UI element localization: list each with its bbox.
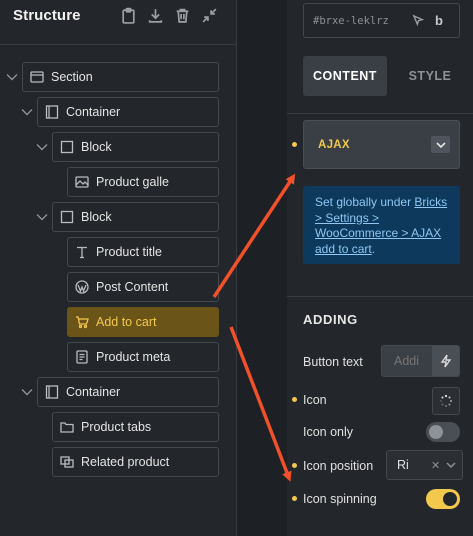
spinner-icon [440, 394, 452, 407]
structure-panel: Structure Section Container Block Produc… [0, 0, 236, 536]
element-id-input[interactable] [304, 14, 404, 27]
collapse-icon[interactable] [200, 6, 218, 24]
tree-item-container[interactable]: Container [37, 97, 219, 127]
tree-item-product-title[interactable]: Product title [67, 237, 219, 267]
info-suffix: . [371, 241, 376, 256]
toggle-knob [443, 492, 457, 506]
block-icon [53, 210, 81, 224]
icon-only-toggle[interactable] [426, 422, 460, 442]
cart-icon [68, 315, 96, 329]
chevron-down-icon[interactable] [431, 136, 450, 153]
tree-item-label: Product title [96, 245, 163, 259]
ajax-control-group[interactable]: AJAX [303, 120, 460, 169]
info-prefix: Set globally under [315, 195, 412, 209]
section-divider [287, 113, 473, 114]
tree-item-label: Product tabs [81, 420, 152, 434]
chevron-down-icon[interactable] [35, 210, 49, 224]
icon-only-label: Icon only [303, 425, 354, 439]
block-icon [53, 140, 81, 154]
structure-title: Structure [13, 7, 81, 24]
section-icon [23, 70, 51, 84]
tree-item-label: Block [81, 210, 112, 224]
related-icon [53, 455, 81, 469]
settings-tabs: CONTENT STYLE [303, 56, 473, 96]
tree-item-related-products[interactable]: Related product [52, 447, 219, 477]
container-icon [38, 105, 66, 119]
structure-toolbar [119, 6, 218, 24]
tree-item-label: Product galle [96, 175, 169, 189]
ajax-info-notice: Set globally under Bricks > Settings > W… [303, 186, 460, 264]
setting-indicator-dot [292, 142, 297, 147]
bold-b-icon[interactable]: b [435, 13, 443, 28]
clipboard-icon[interactable] [119, 6, 137, 24]
dynamic-data-bolt-icon[interactable] [432, 346, 459, 376]
tree-item-label: Container [66, 385, 121, 399]
tree-item-container[interactable]: Container [37, 377, 219, 407]
tree-item-section[interactable]: Section [22, 62, 219, 92]
download-icon[interactable] [146, 6, 164, 24]
icon-spinning-label: Icon spinning [303, 492, 377, 506]
button-text-input[interactable] [382, 346, 432, 376]
icon-position-select[interactable]: Ri ✕ [386, 450, 463, 480]
ajax-label: AJAX [318, 138, 350, 151]
tree-item-post-content[interactable]: Post Content [67, 272, 219, 302]
tab-style[interactable]: STYLE [387, 56, 473, 96]
tree-item-label: Section [51, 70, 93, 84]
tree-item-product-meta[interactable]: Product meta [67, 342, 219, 372]
tree-item-label: Product meta [96, 350, 171, 364]
text-icon [68, 245, 96, 259]
tree-item-block[interactable]: Block [52, 202, 219, 232]
meta-icon [68, 350, 96, 364]
tree-item-add-to-cart[interactable]: Add to cart [67, 307, 219, 337]
element-id-field[interactable]: b [303, 3, 460, 38]
container-icon [38, 385, 66, 399]
setting-indicator-dot [292, 463, 297, 468]
header-divider [0, 44, 236, 45]
tree-item-label: Block [81, 140, 112, 154]
icon-spinning-toggle[interactable] [426, 489, 460, 509]
icon-picker[interactable] [432, 387, 460, 415]
chevron-down-icon[interactable] [446, 462, 456, 468]
image-icon [68, 175, 96, 189]
chevron-down-icon[interactable] [20, 385, 34, 399]
tree-item-product-gallery[interactable]: Product galle [67, 167, 219, 197]
adding-section-title: ADDING [303, 312, 358, 327]
tree-item-product-tabs[interactable]: Product tabs [52, 412, 219, 442]
tree-item-label: Related product [81, 455, 170, 469]
button-text-label: Button text [303, 355, 363, 369]
icon-position-label: Icon position [303, 459, 374, 473]
settings-gutter [237, 0, 287, 536]
chevron-down-icon[interactable] [5, 70, 19, 84]
tree-item-label: Container [66, 105, 121, 119]
setting-indicator-dot [292, 496, 297, 501]
button-text-control [381, 345, 460, 377]
tree-item-block[interactable]: Block [52, 132, 219, 162]
icon-label: Icon [303, 393, 327, 407]
toggle-knob [429, 425, 443, 439]
wordpress-icon [68, 280, 96, 294]
setting-indicator-dot [292, 397, 297, 402]
tree-item-label: Add to cart [96, 315, 157, 329]
cursor-icon[interactable] [412, 14, 425, 27]
section-divider [287, 296, 473, 297]
folder-icon [53, 420, 81, 434]
tree-item-label: Post Content [96, 280, 169, 294]
clear-icon[interactable]: ✕ [431, 459, 440, 472]
icon-position-value: Ri [397, 458, 409, 472]
chevron-down-icon[interactable] [20, 105, 34, 119]
chevron-down-icon[interactable] [35, 140, 49, 154]
trash-icon[interactable] [173, 6, 191, 24]
tab-content[interactable]: CONTENT [303, 56, 387, 96]
